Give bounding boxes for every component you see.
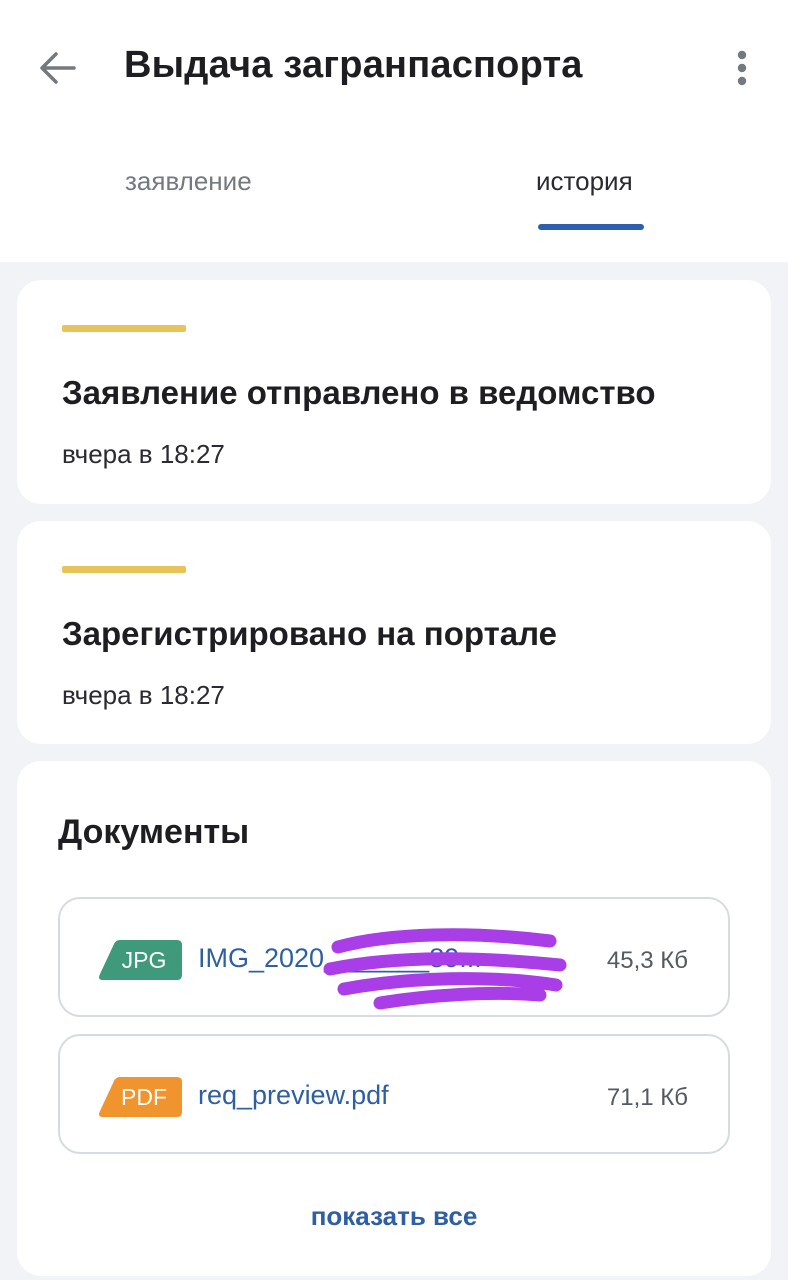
tab-application[interactable]: заявление: [125, 166, 252, 197]
back-button[interactable]: [30, 42, 86, 94]
document-size: 71,1 Кб: [606, 1084, 688, 1111]
document-item-jpg[interactable]: JPG IMG_2020_______89... 45,3 Кб: [58, 897, 730, 1017]
document-name: req_preview.pdf: [198, 1080, 389, 1110]
active-tab-indicator: [538, 224, 644, 230]
document-size: 45,3 Кб: [606, 947, 688, 974]
arrow-left-icon: [40, 52, 76, 84]
documents-title: Документы: [58, 813, 250, 851]
status-indicator: [62, 566, 186, 573]
event-title: Заявление отправлено в ведомство: [62, 374, 656, 411]
history-event-card: Заявление отправлено в ведомство вчера в…: [17, 280, 771, 504]
documents-card: Документы JPG IMG_2020_______89... 45,3 …: [17, 761, 771, 1276]
show-all-link[interactable]: показать все: [17, 1201, 771, 1232]
redaction-scribble: [323, 928, 567, 1010]
file-type-label: PDF: [121, 1083, 167, 1110]
more-vertical-icon: [737, 50, 747, 86]
pdf-file-badge: PDF: [98, 1077, 182, 1117]
page-title: Выдача загранпаспорта: [124, 44, 583, 86]
top-app-bar: Выдача загранпаспорта заявление история: [0, 0, 788, 262]
event-time: вчера в 18:27: [62, 439, 225, 469]
document-item-pdf[interactable]: PDF req_preview.pdf 71,1 Кб: [58, 1034, 730, 1154]
event-time: вчера в 18:27: [62, 680, 225, 710]
status-indicator: [62, 325, 186, 332]
history-event-card: Зарегистрировано на портале вчера в 18:2…: [17, 521, 771, 744]
tab-history[interactable]: история: [536, 166, 633, 197]
file-type-label: JPG: [121, 946, 167, 973]
jpg-file-badge: JPG: [98, 940, 182, 980]
more-menu-button[interactable]: [722, 40, 762, 96]
event-title: Зарегистрировано на портале: [62, 615, 557, 652]
